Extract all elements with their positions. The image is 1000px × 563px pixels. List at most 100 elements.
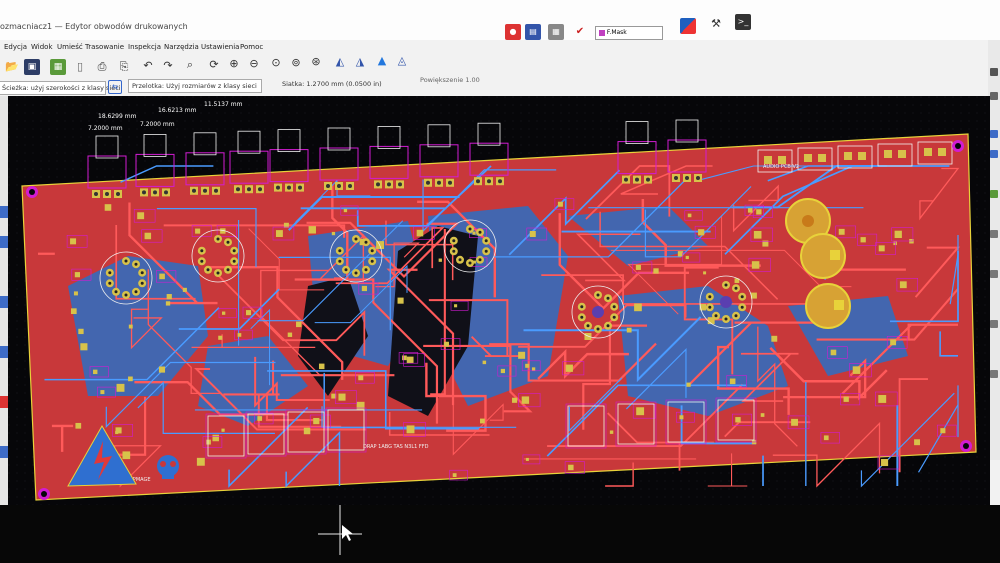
menu-view[interactable]: Widok: [31, 43, 53, 51]
zoom-level-label[interactable]: Powiększenie 1.00: [420, 74, 480, 86]
console-icon[interactable]: >_: [735, 14, 751, 30]
grid-size-label[interactable]: Siatka: 1.2700 mm (0.0500 in): [282, 78, 382, 90]
left-tool-button[interactable]: [0, 206, 8, 218]
tube-pin-hole: [114, 290, 118, 294]
menu-settings[interactable]: Ustawienia: [201, 43, 239, 51]
left-tool-button[interactable]: [0, 346, 8, 358]
plugin-icon[interactable]: ⚒: [708, 16, 724, 32]
component-pad: [122, 451, 131, 460]
pad-hole: [448, 180, 452, 185]
component-pad: [70, 308, 77, 315]
zoom-in-icon[interactable]: ⊕: [226, 56, 242, 72]
zoom-objects-icon[interactable]: ⊚: [288, 55, 304, 71]
layer-selector[interactable]: F.Mask: [595, 26, 663, 40]
component-pad: [940, 428, 946, 434]
left-tool-button[interactable]: [0, 396, 8, 408]
zoom-out-icon[interactable]: ⊖: [246, 56, 262, 72]
component-pad: [791, 418, 799, 426]
tube-pin-hole: [338, 249, 342, 253]
mirror-icon[interactable]: ◬: [394, 53, 410, 69]
component-pad: [296, 321, 302, 328]
via-size-select[interactable]: Przelotka: Użyj rozmiarów z klasy sieci: [128, 79, 262, 93]
rotate-ccw-icon[interactable]: ◮: [352, 54, 368, 70]
tube-pin-hole: [606, 324, 610, 328]
tube-pin-hole: [108, 281, 112, 285]
undo-icon[interactable]: ↶: [140, 58, 156, 74]
cursor-area: [318, 505, 362, 555]
via-tool-icon[interactable]: [990, 150, 998, 158]
component-pad: [518, 351, 526, 359]
tube-pin-hole: [580, 315, 584, 319]
component-pad: [878, 395, 887, 403]
component-pad: [852, 366, 861, 374]
dimension-tool-icon[interactable]: [990, 370, 998, 378]
window-title: ozmacniacz1 — Edytor obwodów drukowanych: [0, 22, 188, 31]
route-track-icon[interactable]: [990, 130, 998, 138]
redo-icon[interactable]: ↷: [160, 58, 176, 74]
footprint-icon[interactable]: ▦: [548, 24, 564, 40]
tube-pin-hole: [354, 271, 358, 275]
component-pad: [735, 417, 741, 423]
pad-hole: [376, 182, 380, 187]
drc-icon[interactable]: ●: [505, 24, 521, 40]
component-pad: [698, 229, 705, 236]
pad-hole: [326, 184, 330, 188]
highlight-net-icon[interactable]: [990, 92, 998, 100]
track-width-lock-icon[interactable]: ⇆: [108, 80, 122, 94]
component-pad: [78, 328, 84, 335]
flip-icon[interactable]: ◭: [332, 54, 348, 70]
print-icon[interactable]: ⎙: [94, 59, 110, 75]
component-pad: [438, 258, 442, 262]
tube-pin-hole: [206, 268, 210, 272]
tube-pin-hole: [140, 281, 144, 285]
left-tool-button[interactable]: [0, 236, 8, 248]
zoom-fit-icon[interactable]: ⊙: [268, 55, 284, 71]
board-setup-icon[interactable]: ▦: [50, 59, 66, 75]
tube-pin-hole: [714, 314, 718, 318]
select-tool-icon[interactable]: [990, 68, 998, 76]
menu-tools[interactable]: Narzędzia: [164, 43, 199, 51]
text-tool-icon[interactable]: [990, 320, 998, 328]
save-icon[interactable]: ▣: [24, 59, 40, 75]
pcb-board-svg[interactable]: 7.2000 mm 18.6299 mm 7.2000 mm 16.6213 m…: [8, 96, 990, 510]
connector-pad: [938, 148, 946, 156]
menu-edit[interactable]: Edycja: [4, 43, 27, 51]
component-pad: [257, 416, 263, 421]
plot-icon[interactable]: ⎘: [116, 59, 132, 75]
rotate-cw-icon[interactable]: ▲: [374, 53, 390, 69]
zone-tool-icon[interactable]: [990, 190, 998, 198]
left-tool-button[interactable]: [0, 296, 8, 308]
menu-place[interactable]: Umieść: [57, 43, 83, 51]
tube-pin-hole: [740, 305, 744, 309]
netlist-icon[interactable]: ▤: [525, 24, 541, 40]
open-icon[interactable]: 📂: [4, 59, 20, 75]
menu-help[interactable]: Pomoc: [240, 43, 263, 51]
search-icon[interactable]: ⌕: [182, 57, 198, 73]
menu-inspect[interactable]: Inspekcja: [128, 43, 161, 51]
menu-route[interactable]: Trasowanie: [85, 43, 124, 51]
pad-hole: [258, 187, 262, 192]
component-pad: [525, 457, 529, 461]
pcb-canvas[interactable]: 7.2000 mm 18.6299 mm 7.2000 mm 16.6213 m…: [8, 96, 990, 510]
component-pad: [703, 271, 707, 275]
page-icon[interactable]: ▯: [72, 59, 88, 75]
pad-hole: [437, 180, 441, 185]
zoom-selection-icon[interactable]: ⊛: [308, 54, 324, 70]
tube-pin-hole: [468, 261, 472, 265]
menu-bar: Edycja Widok Umieść Trasowanie Inspekcja…: [0, 40, 560, 54]
track-width-select[interactable]: Ścieżka: użyj szerokości z klasy sieci: [0, 81, 121, 95]
component-pad: [358, 375, 364, 381]
refresh-icon[interactable]: ⟳: [206, 57, 222, 73]
scripting-icon[interactable]: [680, 18, 696, 34]
component-pad: [843, 396, 849, 402]
line-tool-icon[interactable]: [990, 230, 998, 238]
check-icon[interactable]: ✔: [572, 24, 588, 40]
tube-pin-hole: [586, 324, 590, 328]
dimension-label: 18.6299 mm: [98, 113, 137, 120]
tube-pin-hole: [468, 227, 472, 231]
component-pad: [881, 458, 889, 467]
arc-tool-icon[interactable]: [990, 270, 998, 278]
left-tool-button[interactable]: [0, 446, 8, 458]
tube-pin-hole: [370, 259, 374, 263]
tube-pin-hole: [484, 249, 488, 253]
